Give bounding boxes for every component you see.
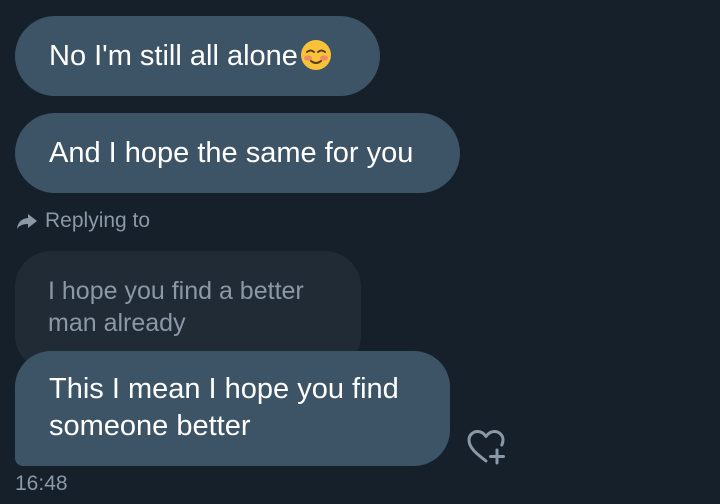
message-text: No I'm still all alone [49,40,298,72]
reply-arrow-icon [17,214,37,229]
smiling-face-emoji-icon [300,39,332,71]
message-bubble[interactable]: No I'm still all alone [15,16,380,96]
heart-plus-icon [467,430,505,465]
message-bubble[interactable]: And I hope the same for you [15,113,460,193]
message-text: And I hope the same for you [49,137,414,169]
replying-to-label: Replying to [45,209,151,232]
replying-to-indicator: Replying to [15,206,150,236]
message-bubble[interactable]: This I mean I hope you find someone bett… [15,351,450,466]
add-reaction-button[interactable] [465,428,507,466]
message-timestamp: 16:48 [15,472,68,495]
quoted-message-text: I hope you find a better man already [48,277,304,337]
message-text: This I mean I hope you find someone bett… [49,373,399,442]
